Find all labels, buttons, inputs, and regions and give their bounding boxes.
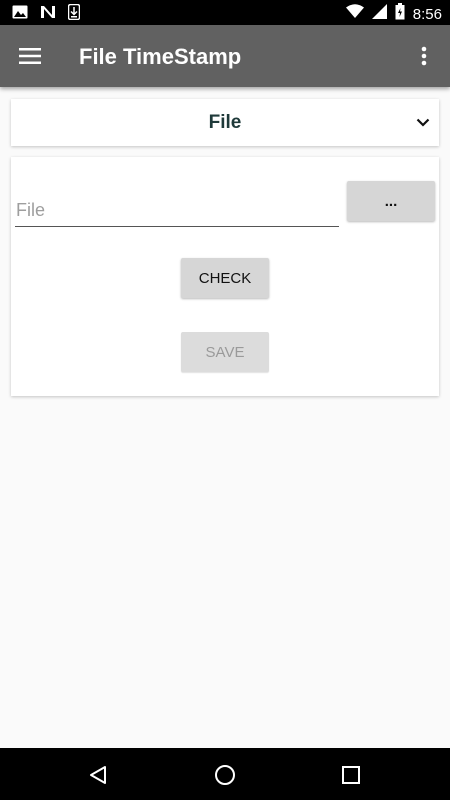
recents-icon[interactable] bbox=[333, 757, 369, 793]
more-vert-icon[interactable] bbox=[404, 36, 444, 76]
file-form-card: ... CHECK SAVE bbox=[11, 157, 439, 396]
signal-icon bbox=[371, 4, 387, 24]
wifi-icon bbox=[345, 4, 364, 24]
back-icon[interactable] bbox=[80, 757, 116, 793]
battery-icon bbox=[395, 3, 405, 25]
hamburger-menu-icon[interactable] bbox=[10, 36, 50, 76]
status-bar: 8:56 bbox=[0, 0, 450, 25]
file-path-input[interactable] bbox=[15, 197, 339, 227]
check-button[interactable]: CHECK bbox=[181, 258, 269, 298]
mode-selector-value: File bbox=[208, 112, 242, 133]
chevron-down-icon[interactable] bbox=[413, 111, 433, 133]
home-icon[interactable] bbox=[207, 757, 243, 793]
mode-selector[interactable]: File bbox=[11, 99, 439, 146]
status-bar-right: 8:56 bbox=[345, 3, 442, 25]
status-time: 8:56 bbox=[412, 5, 442, 23]
download-icon bbox=[67, 3, 81, 25]
app-bar: File TimeStamp bbox=[0, 25, 450, 87]
navigation-bar bbox=[0, 748, 450, 800]
status-bar-left bbox=[12, 3, 81, 25]
app-title: File TimeStamp bbox=[79, 44, 242, 69]
browse-button[interactable]: ... bbox=[347, 181, 435, 221]
save-button[interactable]: SAVE bbox=[181, 332, 269, 372]
n-icon bbox=[40, 5, 56, 24]
image-icon bbox=[12, 5, 28, 24]
